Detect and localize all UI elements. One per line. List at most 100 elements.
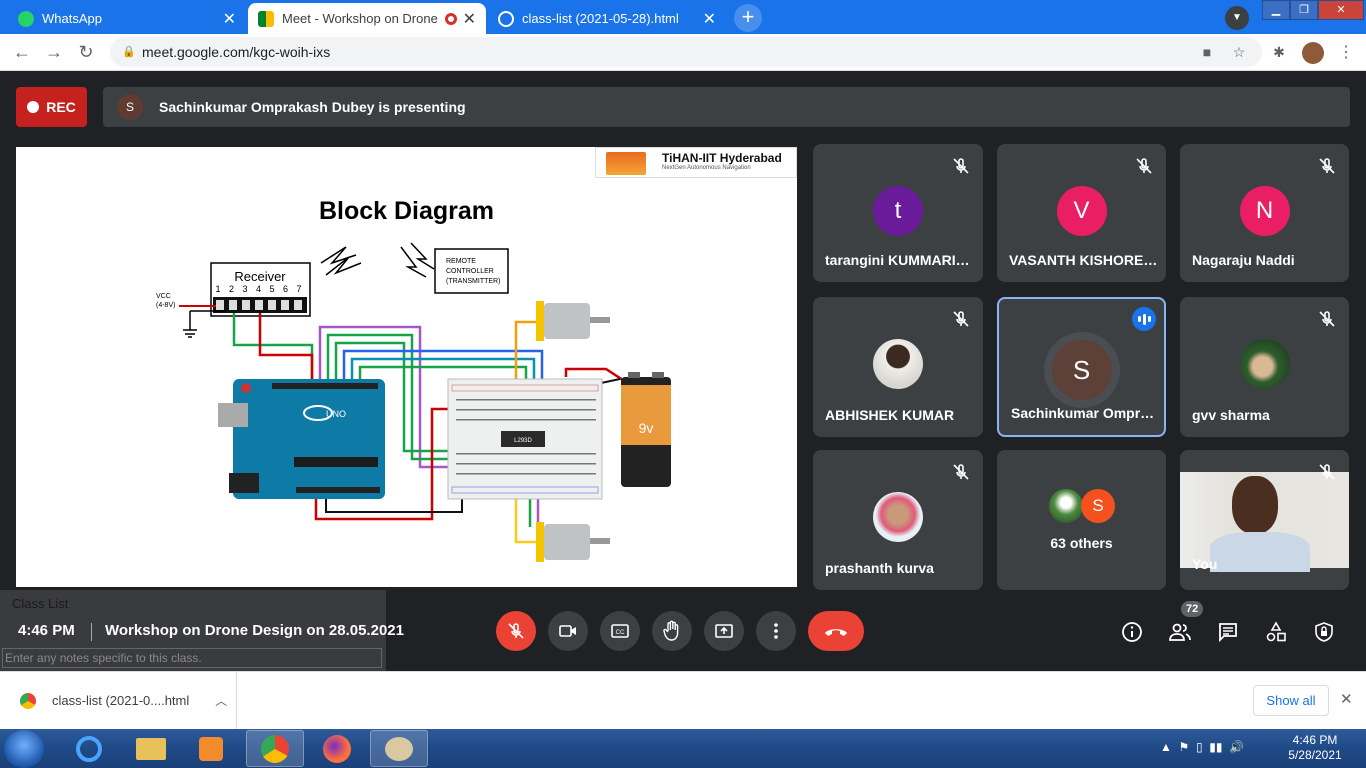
motor-bottom [536, 522, 610, 562]
participant-tile-speaking[interactable]: S Sachinkumar Ompra... [997, 297, 1166, 437]
mic-off-icon [1319, 311, 1335, 327]
new-tab-button[interactable]: + [734, 4, 762, 32]
download-filename: class-list (2021-0....html [52, 693, 190, 708]
presenting-text: Sachinkumar Omprakash Dubey is presentin… [159, 99, 466, 115]
people-button[interactable] [1167, 619, 1193, 645]
mic-off-icon [953, 464, 969, 480]
chat-button[interactable] [1215, 619, 1241, 645]
present-now-button[interactable] [704, 611, 744, 651]
participant-tile[interactable]: V VASANTH KISHORE ... [997, 144, 1166, 282]
participant-tile[interactable]: prashanth kurva [813, 450, 983, 590]
remote-line-1: REMOTE [446, 258, 476, 265]
show-all-button[interactable]: Show all [1253, 685, 1329, 716]
more-options-button[interactable] [756, 611, 796, 651]
forward-icon[interactable]: → [42, 41, 66, 65]
system-tray-icons[interactable]: ▲ ⚑ ▯ ▮▮ 🔊 [1160, 740, 1244, 754]
tab-title: Meet - Workshop on Drone [282, 11, 438, 26]
captions-button[interactable]: CC [600, 611, 640, 651]
participant-name: gvv sharma [1192, 407, 1270, 423]
vcc-label: VCC [156, 293, 171, 300]
class-notes-input[interactable]: Enter any notes specific to this class. [2, 648, 382, 668]
camera-icon[interactable]: ■ [1198, 44, 1216, 62]
motor-top [536, 301, 610, 341]
window-close-button[interactable]: ✕ [1318, 0, 1364, 20]
participant-name: Sachinkumar Ompra... [1011, 405, 1156, 421]
reload-icon[interactable]: ↻ [74, 41, 98, 65]
taskbar-clock[interactable]: 4:46 PM 5/28/2021 [1284, 733, 1346, 763]
tab-meet[interactable]: Meet - Workshop on Drone ✕ [248, 3, 486, 34]
close-icon[interactable]: ✕ [1340, 690, 1353, 708]
extensions-icon[interactable]: ✱ [1270, 44, 1288, 62]
chat-icon [1219, 623, 1237, 643]
self-video-tile[interactable]: You [1180, 450, 1349, 590]
activities-button[interactable] [1263, 619, 1289, 645]
paint-icon[interactable] [370, 730, 428, 767]
close-tab-icon[interactable]: ✕ [703, 9, 716, 29]
close-tab-icon[interactable]: ✕ [223, 9, 236, 29]
participant-name: VASANTH KISHORE ... [1009, 252, 1158, 268]
receiver-block: Receiver 1 2 3 4 5 6 7 [210, 262, 311, 317]
meet-icon [258, 10, 274, 27]
mic-off-icon [953, 311, 969, 327]
media-player-icon[interactable] [182, 730, 240, 767]
meeting-clock: 4:46 PM [18, 622, 75, 639]
receiver-label: Receiver [234, 269, 286, 284]
back-icon[interactable]: ← [10, 41, 34, 65]
host-controls-button[interactable] [1311, 619, 1337, 645]
profile-avatar[interactable] [1302, 42, 1324, 64]
participant-tile[interactable]: N Nagaraju Naddi [1180, 144, 1349, 282]
mic-off-icon [1319, 464, 1335, 480]
restore-button[interactable]: ❐ [1290, 0, 1318, 20]
downloads-bar: class-list (2021-0....html ︿ Show all ✕ [0, 671, 1366, 729]
minimize-button[interactable]: ▁ [1262, 0, 1290, 20]
bookmark-star-icon[interactable]: ☆ [1230, 44, 1248, 62]
participant-tile[interactable]: t tarangini KUMMARIK... [813, 144, 983, 282]
chrome-menu-icon[interactable]: ⋮ [1338, 42, 1354, 62]
meeting-details-button[interactable] [1119, 619, 1145, 645]
mic-off-icon [953, 158, 969, 174]
mic-off-icon [1136, 158, 1152, 174]
tab-search-icon[interactable]: ▼ [1225, 6, 1249, 30]
others-photo [1049, 489, 1083, 523]
rec-label: REC [46, 99, 76, 115]
close-tab-icon[interactable]: ✕ [463, 9, 476, 29]
others-tile[interactable]: S 63 others [997, 450, 1166, 590]
internet-explorer-icon[interactable] [60, 730, 118, 767]
camera-toggle-button[interactable] [548, 611, 588, 651]
arduino-board: UNO [218, 379, 385, 499]
raise-hand-button[interactable] [652, 611, 692, 651]
leave-call-button[interactable] [808, 611, 864, 651]
tab-title: WhatsApp [42, 11, 102, 26]
present-screen-icon [715, 624, 733, 638]
self-video [1180, 472, 1349, 572]
browser-tab-strip: WhatsApp ✕ Meet - Workshop on Drone ✕ cl… [0, 0, 1366, 34]
chrome-taskbar-icon[interactable] [246, 730, 304, 767]
vcc-range: (4-8V) [156, 302, 175, 309]
hand-icon [663, 620, 679, 641]
remote-line-3: (TRANSMITTER) [446, 278, 500, 285]
recording-indicator-icon [444, 12, 457, 25]
hang-up-icon [825, 629, 847, 636]
tab-whatsapp[interactable]: WhatsApp ✕ [8, 3, 246, 34]
whatsapp-icon [18, 10, 34, 27]
signal-icon [320, 246, 362, 276]
participant-tile[interactable]: ABHISHEK KUMAR [813, 297, 983, 437]
participant-avatar: N [1239, 186, 1290, 236]
tab-class-list[interactable]: class-list (2021-05-28).html ✕ [488, 3, 726, 34]
remote-line-2: CONTROLLER [446, 268, 494, 275]
address-bar[interactable]: 🔒 meet.google.com/kgc-woih-ixs ■ ☆ [110, 37, 1262, 67]
meeting-title: Workshop on Drone Design on 28.05.2021 [105, 622, 404, 639]
presenting-banner: S Sachinkumar Omprakash Dubey is present… [103, 87, 1350, 127]
chevron-up-icon[interactable]: ︿ [215, 692, 227, 709]
battery-label: 9v [639, 420, 654, 436]
shield-lock-icon [1315, 622, 1333, 642]
mic-toggle-button[interactable] [496, 611, 536, 651]
firefox-icon[interactable] [308, 730, 366, 767]
file-explorer-icon[interactable] [122, 730, 180, 767]
participant-tile[interactable]: gvv sharma [1180, 297, 1349, 437]
divider [91, 623, 92, 641]
start-button[interactable] [4, 730, 44, 768]
speaking-indicator-icon [1132, 307, 1156, 331]
download-item[interactable]: class-list (2021-0....html ︿ [0, 672, 237, 729]
captions-icon: CC [611, 624, 629, 638]
